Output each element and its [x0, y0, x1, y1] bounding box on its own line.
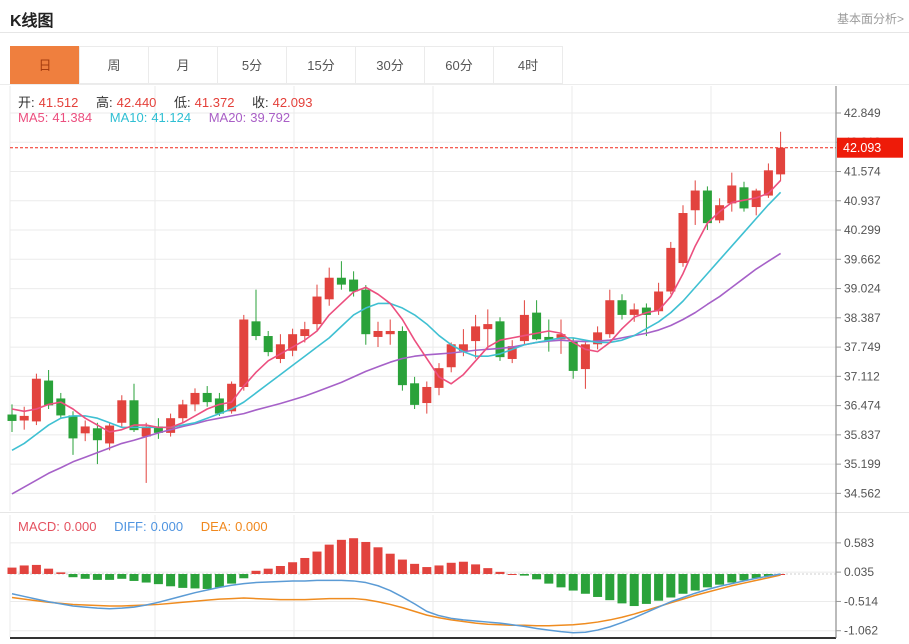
svg-text:42.849: 42.849	[844, 106, 881, 120]
ma10-label: MA10:	[110, 110, 148, 125]
page-title: K线图	[10, 7, 54, 31]
tab-label: 周	[107, 58, 120, 73]
svg-text:40.299: 40.299	[844, 223, 881, 237]
close-label: 收:	[252, 95, 269, 110]
open-value: 41.512	[39, 95, 79, 110]
ma10-value: 41.124	[151, 110, 191, 125]
svg-text:41.574: 41.574	[844, 165, 881, 179]
titlebar: K线图	[0, 0, 909, 33]
tab-label: 15分	[307, 58, 334, 73]
high-value: 42.440	[117, 95, 157, 110]
svg-text:34.562: 34.562	[844, 486, 881, 500]
svg-text:-1.062: -1.062	[844, 624, 878, 638]
svg-text:36.474: 36.474	[844, 399, 881, 413]
period-tab-bar: 日 周 月 5分 15分 30分 60分 4时	[10, 46, 563, 84]
tab-15min[interactable]: 15分	[286, 46, 356, 84]
open-label: 开:	[18, 95, 35, 110]
svg-text:35.837: 35.837	[844, 428, 881, 442]
svg-text:0.035: 0.035	[844, 565, 874, 579]
ohlc-readout: 开: 41.512 高: 42.440 低: 41.372 收: 42.093	[18, 92, 312, 111]
tab-week[interactable]: 周	[79, 46, 149, 84]
tab-label: 月	[176, 58, 189, 73]
diff-label: DIFF:	[114, 519, 147, 534]
ma5-label: MA5:	[18, 110, 48, 125]
svg-text:42.093: 42.093	[843, 141, 881, 155]
tab-5min[interactable]: 5分	[217, 46, 287, 84]
svg-text:37.749: 37.749	[844, 340, 881, 354]
macd-readout: MACD: 0.000 DIFF: 0.000 DEA: 0.000	[18, 519, 268, 534]
tab-label: 日	[38, 58, 51, 73]
tab-month[interactable]: 月	[148, 46, 218, 84]
tab-30min[interactable]: 30分	[355, 46, 425, 84]
macd-label: MACD:	[18, 519, 60, 534]
tab-4hour[interactable]: 4时	[493, 46, 563, 84]
tab-label: 4时	[518, 58, 538, 73]
svg-text:35.199: 35.199	[844, 457, 881, 471]
svg-text:39.662: 39.662	[844, 252, 881, 266]
svg-text:38.387: 38.387	[844, 311, 881, 325]
svg-text:40.937: 40.937	[844, 194, 881, 208]
tab-60min[interactable]: 60分	[424, 46, 494, 84]
tab-day[interactable]: 日	[10, 46, 80, 84]
fundamental-analysis-link[interactable]: 基本面分析>	[837, 10, 904, 27]
ma20-value: 39.792	[250, 110, 290, 125]
dea-label: DEA:	[201, 519, 231, 534]
ma20-label: MA20:	[209, 110, 247, 125]
svg-text:-0.514: -0.514	[844, 594, 878, 608]
tab-label: 60分	[445, 58, 472, 73]
ma5-value: 41.384	[52, 110, 92, 125]
ma-readout: MA5: 41.384 MA10:41.124 MA20:39.792	[18, 110, 290, 125]
high-label: 高:	[96, 95, 113, 110]
tab-label: 30分	[376, 58, 403, 73]
svg-text:0.583: 0.583	[844, 536, 874, 550]
svg-text:39.024: 39.024	[844, 282, 881, 296]
svg-text:37.112: 37.112	[844, 369, 880, 383]
low-label: 低:	[174, 95, 191, 110]
diff-value: 0.000	[151, 519, 184, 534]
low-value: 41.372	[195, 95, 235, 110]
dea-value: 0.000	[235, 519, 268, 534]
macd-value: 0.000	[64, 519, 97, 534]
close-value: 42.093	[273, 95, 313, 110]
tab-label: 5分	[242, 58, 262, 73]
